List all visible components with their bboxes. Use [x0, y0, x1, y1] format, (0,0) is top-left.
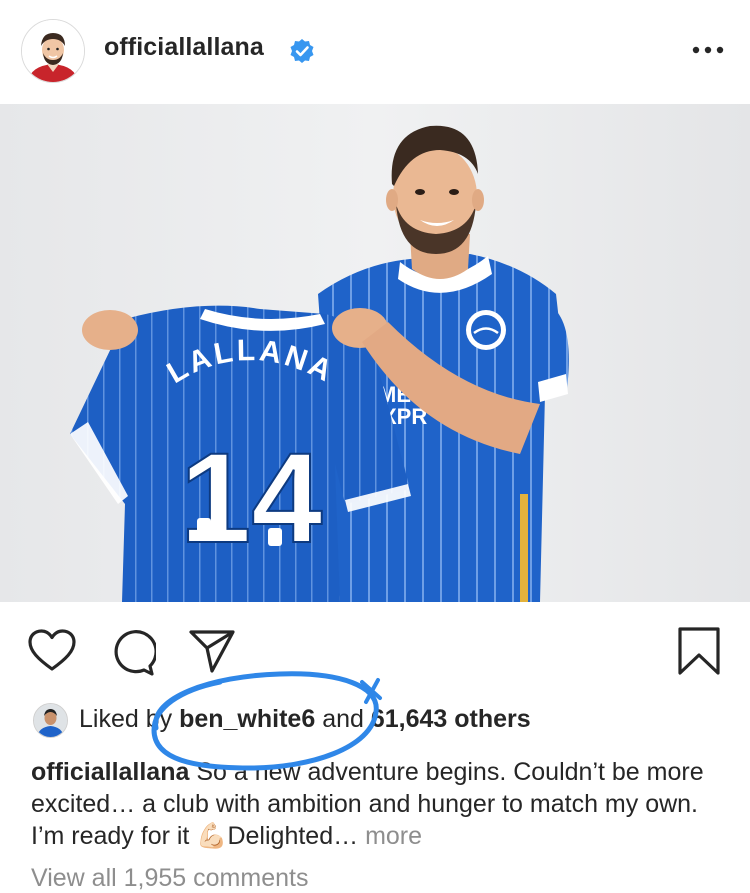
likes-prefix: Liked by	[79, 705, 173, 733]
post-header: officiallallana	[0, 0, 750, 104]
more-options-icon[interactable]	[690, 40, 726, 60]
verified-badge-icon	[290, 39, 314, 63]
post-caption: officiallallana So a new adventure begin…	[31, 756, 731, 852]
heart-icon[interactable]	[28, 629, 76, 673]
comment-icon[interactable]	[108, 628, 156, 676]
shirt-number: 14	[180, 427, 322, 570]
liker-username-link[interactable]: ben_white6	[179, 705, 315, 733]
caption-more-link[interactable]: more	[365, 822, 422, 850]
save-bookmark-icon[interactable]	[677, 627, 721, 675]
caption-author-link[interactable]: officiallallana	[31, 758, 189, 786]
view-all-comments-link[interactable]: View all 1,955 comments	[31, 864, 308, 893]
caption-text-2: Delighted…	[227, 822, 359, 850]
share-icon[interactable]	[188, 628, 236, 674]
likes-count-link[interactable]: 61,643 others	[371, 705, 531, 733]
post-username[interactable]: officiallallana	[104, 33, 264, 62]
likes-summary: Liked by ben_white6 and 61,643 others	[79, 705, 531, 734]
likes-connector: and	[322, 705, 364, 733]
profile-avatar[interactable]	[21, 19, 85, 83]
liker-avatar[interactable]	[33, 703, 68, 738]
post-photo[interactable]: ME XPR LALLANA 14	[0, 104, 750, 602]
flexed-biceps-emoji: 💪🏻	[196, 822, 228, 850]
